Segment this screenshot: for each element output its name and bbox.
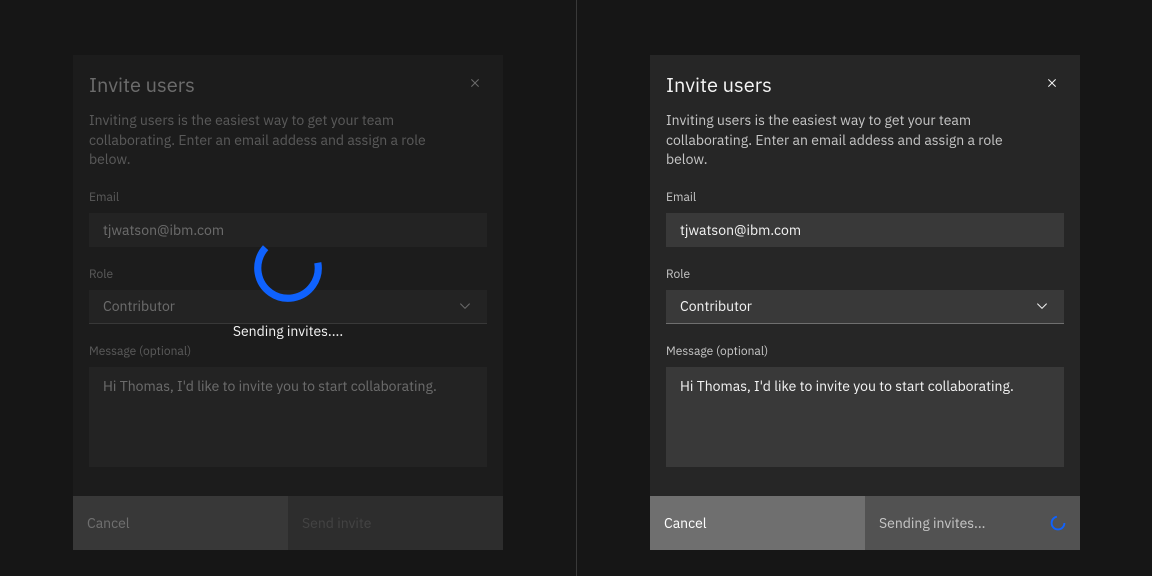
- close-icon: [1044, 75, 1060, 91]
- modal-title: Invite users: [666, 71, 772, 98]
- chevron-down-icon: [457, 298, 473, 314]
- modal-description: Inviting users is the easiest way to get…: [89, 111, 449, 170]
- role-select[interactable]: Contributor: [89, 290, 487, 324]
- spinner-icon: [1050, 515, 1066, 531]
- email-label: Email: [666, 190, 1064, 205]
- invite-users-modal-inline-variant: Invite users Inviting users is the easie…: [650, 55, 1080, 550]
- modal-title: Invite users: [89, 71, 195, 98]
- sending-button-label: Sending invites...: [879, 514, 985, 532]
- modal-footer: Cancel Sending invites...: [650, 496, 1080, 550]
- message-field-group: Message (optional): [89, 344, 487, 472]
- message-label: Message (optional): [89, 344, 487, 359]
- role-select-value: Contributor: [103, 297, 175, 315]
- cancel-button[interactable]: Cancel: [650, 496, 865, 550]
- cancel-button[interactable]: Cancel: [73, 496, 288, 550]
- role-select-value: Contributor: [680, 297, 752, 315]
- role-field-group: Role Contributor: [666, 267, 1064, 324]
- close-button[interactable]: [459, 67, 491, 99]
- modal-body: Invite users Inviting users is the easie…: [650, 55, 1080, 496]
- vertical-divider: [576, 0, 577, 576]
- email-label: Email: [89, 190, 487, 205]
- role-field-group: Role Contributor: [89, 267, 487, 324]
- send-invite-button-loading: Sending invites...: [865, 496, 1080, 550]
- role-label: Role: [89, 267, 487, 282]
- modal-footer: Cancel Send invite: [73, 496, 503, 550]
- send-invite-button-disabled: Send invite: [288, 496, 503, 550]
- close-button[interactable]: [1036, 67, 1068, 99]
- email-field-group: Email: [666, 190, 1064, 247]
- chevron-down-icon: [1034, 298, 1050, 314]
- role-label: Role: [666, 267, 1064, 282]
- email-field[interactable]: [666, 213, 1064, 247]
- modal-description: Inviting users is the easiest way to get…: [666, 111, 1026, 170]
- email-field-group: Email: [89, 190, 487, 247]
- modal-body: Invite users Inviting users is the easie…: [73, 55, 503, 496]
- modal-header: Invite users: [89, 71, 487, 99]
- spinner-small: [1050, 515, 1066, 531]
- email-field[interactable]: [89, 213, 487, 247]
- message-textarea[interactable]: [666, 367, 1064, 467]
- modal-header: Invite users: [666, 71, 1064, 99]
- close-icon: [467, 75, 483, 91]
- role-select[interactable]: Contributor: [666, 290, 1064, 324]
- invite-users-modal-overlay-variant: Invite users Inviting users is the easie…: [73, 55, 503, 550]
- message-label: Message (optional): [666, 344, 1064, 359]
- message-textarea[interactable]: [89, 367, 487, 467]
- message-field-group: Message (optional): [666, 344, 1064, 472]
